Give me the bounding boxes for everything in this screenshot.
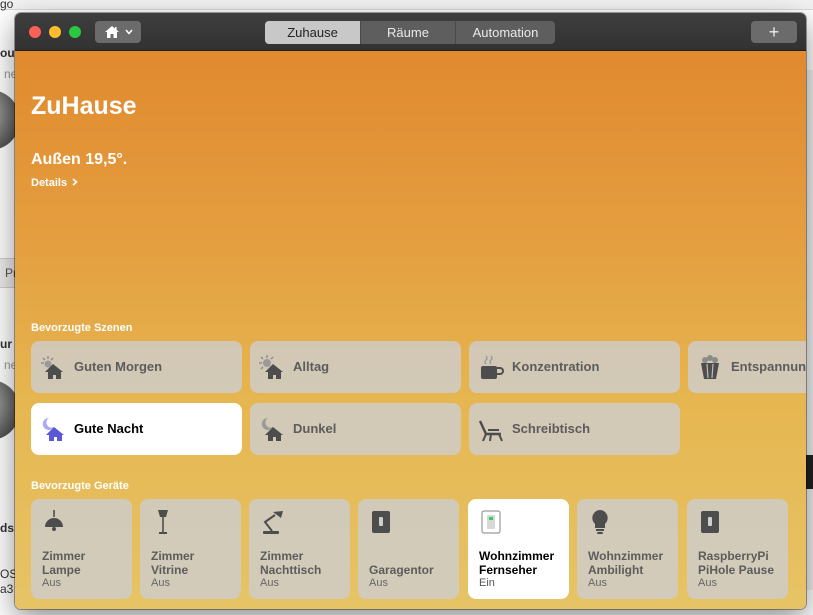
background-text: go xyxy=(0,0,14,11)
pendant-lamp-icon xyxy=(45,510,63,531)
device-zimmer-nachttisch[interactable]: Zimmer Nachttisch Aus xyxy=(249,499,350,599)
scene-label: Konzentration xyxy=(512,359,600,374)
tab-zuhause[interactable]: Zuhause xyxy=(265,21,361,44)
device-garagentor[interactable]: Garagentor Aus xyxy=(358,499,459,599)
moon-house-icon xyxy=(261,417,283,441)
minimize-window-button[interactable] xyxy=(49,26,61,38)
scene-gute-nacht[interactable]: Gute Nacht xyxy=(31,403,242,455)
device-zimmer-lampe[interactable]: Zimmer Lampe Aus xyxy=(31,499,132,599)
scene-guten-morgen[interactable]: Guten Morgen xyxy=(31,341,242,393)
home-app-window: Zuhause Räume Automation + ZuHause Außen… xyxy=(15,13,806,609)
device-state: Aus xyxy=(698,577,717,589)
close-window-button[interactable] xyxy=(29,26,41,38)
scene-label: Gute Nacht xyxy=(74,421,144,436)
background-text: ur xyxy=(0,337,12,351)
moon-house-icon xyxy=(42,417,64,441)
background-toolbar xyxy=(0,0,813,10)
scene-label: Entspannung xyxy=(731,359,806,374)
favorite-scenes-title: Bevorzugte Szenen xyxy=(31,322,133,334)
device-name: Garagentor xyxy=(369,563,434,577)
switch-icon xyxy=(701,511,719,533)
background-text: a3 xyxy=(0,582,14,596)
scene-entspannung[interactable]: Entspannung xyxy=(688,341,806,393)
scene-dunkel[interactable]: Dunkel xyxy=(250,403,461,455)
coffee-cup-icon xyxy=(481,355,504,379)
scene-schreibtisch[interactable]: Schreibtisch xyxy=(469,403,680,455)
view-tabs: Zuhause Räume Automation xyxy=(265,21,555,44)
device-raspberrypi-pihole-pause[interactable]: RaspberryPi PiHole Pause Aus xyxy=(687,499,788,599)
tab-raeume[interactable]: Räume xyxy=(361,21,456,44)
scene-label: Alltag xyxy=(293,359,330,374)
switch-icon xyxy=(372,511,390,533)
popcorn-icon xyxy=(701,355,719,379)
home-title: ZuHause xyxy=(31,92,137,120)
desk-lamp-icon xyxy=(263,511,283,534)
chevron-down-icon xyxy=(124,29,133,35)
outside-temperature: Außen 19,5°. xyxy=(31,151,128,168)
device-state: Aus xyxy=(151,577,170,589)
device-state: Aus xyxy=(588,577,607,589)
device-name: Wohnzimmer Fernseher xyxy=(479,549,555,577)
outlet-icon xyxy=(481,510,501,534)
add-button[interactable]: + xyxy=(751,21,797,43)
device-zimmer-vitrine[interactable]: Zimmer Vitrine Aus xyxy=(140,499,241,599)
device-state: Aus xyxy=(42,577,61,589)
device-name: Zimmer Vitrine xyxy=(151,549,195,577)
favorite-devices-title: Bevorzugte Geräte xyxy=(31,480,129,492)
details-link-label: Details xyxy=(31,177,68,189)
light-bulb-icon xyxy=(592,510,608,534)
device-state: Aus xyxy=(369,577,388,589)
tab-automation[interactable]: Automation xyxy=(456,21,555,44)
scene-label: Schreibtisch xyxy=(512,421,591,436)
scene-label: Dunkel xyxy=(293,421,337,436)
device-wohnzimmer-ambilight[interactable]: Wohnzimmer Ambilight Aus xyxy=(577,499,678,599)
device-state: Ein xyxy=(479,577,495,589)
sunrise-house-icon xyxy=(41,356,63,379)
chevron-right-icon xyxy=(72,178,78,186)
device-name: Zimmer Lampe xyxy=(42,549,86,577)
device-name: RaspberryPi PiHole Pause xyxy=(698,549,775,577)
floor-lamp-icon xyxy=(158,510,168,534)
scene-alltag[interactable]: Alltag xyxy=(250,341,461,393)
device-wohnzimmer-fernseher[interactable]: Wohnzimmer Fernseher Ein xyxy=(468,499,569,599)
background-text: ou xyxy=(0,46,15,60)
zoom-window-button[interactable] xyxy=(69,26,81,38)
device-state: Aus xyxy=(260,577,279,589)
scene-konzentration[interactable]: Konzentration xyxy=(469,341,680,393)
title-bar: Zuhause Räume Automation + xyxy=(15,13,806,51)
lounge-chair-icon xyxy=(478,420,503,442)
device-name: Wohnzimmer Ambilight xyxy=(588,549,664,577)
device-name: Zimmer Nachttisch xyxy=(260,549,322,577)
background-text: ds xyxy=(0,521,15,535)
home-selector-button[interactable] xyxy=(95,21,141,43)
scene-label: Guten Morgen xyxy=(74,359,163,374)
sun-house-icon xyxy=(259,355,283,379)
details-link[interactable]: Details xyxy=(31,177,78,189)
house-icon xyxy=(104,26,119,38)
